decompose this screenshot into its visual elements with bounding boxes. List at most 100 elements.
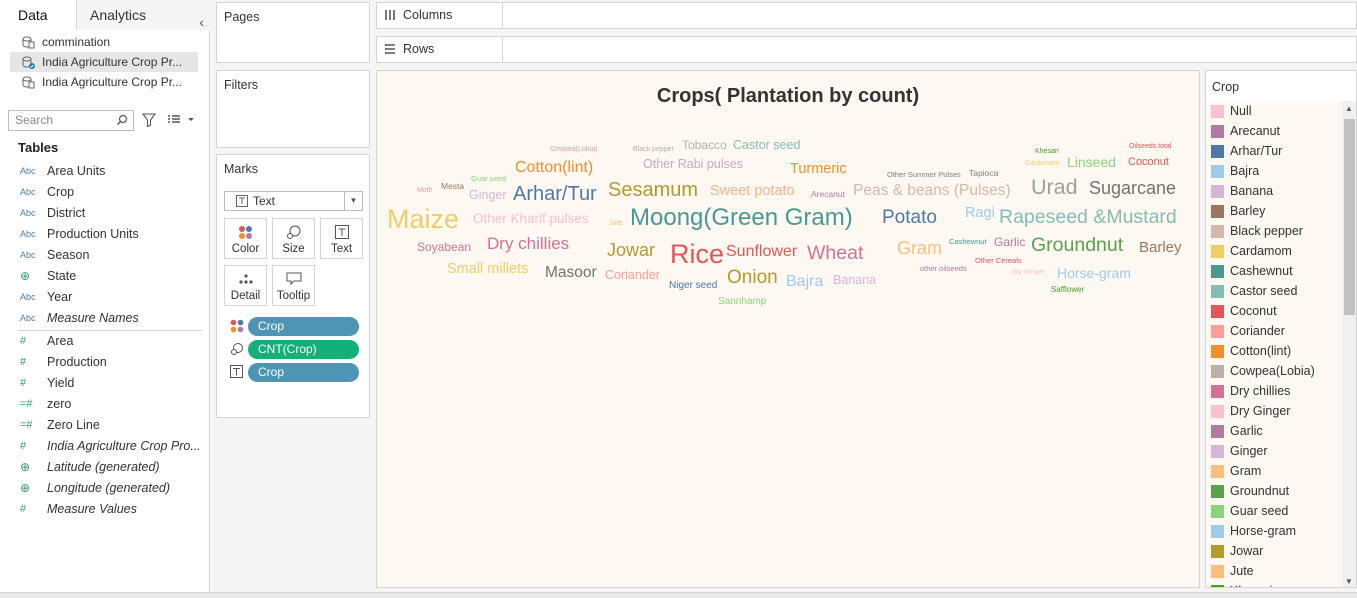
- word-mark[interactable]: Oilseeds total: [1129, 143, 1171, 150]
- word-mark[interactable]: Cardamom: [1025, 160, 1060, 167]
- word-mark[interactable]: Potato: [882, 208, 937, 227]
- word-mark[interactable]: Other Summer Pulses: [887, 171, 961, 179]
- word-mark[interactable]: Coconut: [1128, 157, 1169, 168]
- filters-card[interactable]: Filters: [216, 70, 370, 148]
- field-item[interactable]: =# Zero Line: [0, 415, 210, 436]
- field-item[interactable]: =# zero: [0, 394, 210, 415]
- word-mark[interactable]: Maize: [387, 206, 459, 233]
- field-item[interactable]: # Yield: [0, 373, 210, 394]
- size-button[interactable]: Size: [272, 218, 315, 259]
- word-mark[interactable]: Moong(Green Gram): [630, 206, 853, 230]
- word-mark[interactable]: Bajra: [786, 274, 823, 290]
- word-mark[interactable]: Onion: [727, 268, 778, 287]
- color-button[interactable]: Color: [224, 218, 267, 259]
- word-mark[interactable]: Sunflower: [726, 244, 797, 260]
- word-mark[interactable]: Barley: [1139, 240, 1182, 255]
- word-mark[interactable]: Other Kharif pulses: [473, 212, 589, 226]
- word-mark[interactable]: Cowpea(Lobia): [550, 146, 597, 153]
- word-mark[interactable]: Moth: [417, 187, 433, 194]
- scroll-up-icon[interactable]: ▲: [1345, 104, 1353, 113]
- collapse-pane-icon[interactable]: ‹: [199, 7, 204, 37]
- word-mark[interactable]: Ginger: [469, 189, 507, 202]
- word-mark[interactable]: Sweet potato: [710, 184, 795, 199]
- word-mark[interactable]: Linseed: [1067, 155, 1116, 169]
- field-item[interactable]: Abc Year: [0, 287, 210, 308]
- word-mark[interactable]: Ragi: [965, 206, 995, 221]
- word-mark[interactable]: Mesta: [441, 182, 464, 191]
- word-mark[interactable]: Rice: [670, 241, 724, 268]
- tab-analytics[interactable]: Analytics ‹: [77, 0, 210, 30]
- datasource-item-selected[interactable]: India Agriculture Crop Pr...: [10, 52, 198, 72]
- word-mark[interactable]: Other Cereals: [975, 257, 1022, 265]
- word-mark[interactable]: Guar seed: [471, 175, 506, 183]
- word-cloud-view[interactable]: Crops( Plantation by count) Cowpea(Lobia…: [376, 70, 1200, 588]
- word-mark[interactable]: Cotton(lint): [515, 160, 593, 176]
- mark-type-dropdown[interactable]: Text ▼: [224, 191, 363, 211]
- word-mark[interactable]: Sugarcane: [1089, 179, 1176, 197]
- field-item[interactable]: # Area: [0, 331, 210, 352]
- field-item[interactable]: ⊕ Latitude (generated): [0, 457, 210, 478]
- field-item[interactable]: Abc District: [0, 203, 210, 224]
- word-mark[interactable]: Banana: [833, 274, 876, 287]
- word-mark[interactable]: Turmeric: [790, 162, 847, 177]
- word-mark[interactable]: Niger seed: [669, 281, 717, 291]
- detail-button[interactable]: Detail: [224, 265, 267, 306]
- rows-shelf[interactable]: Rows: [376, 36, 1357, 63]
- word-mark[interactable]: Wheat: [807, 243, 863, 264]
- word-mark[interactable]: Tobacco: [682, 139, 727, 151]
- field-item[interactable]: Abc Production Units: [0, 224, 210, 245]
- word-mark[interactable]: Dry chillies: [487, 235, 569, 252]
- word-mark[interactable]: Sesamum: [608, 180, 698, 200]
- word-mark[interactable]: Masoor: [545, 265, 597, 281]
- field-item[interactable]: # Measure Values: [0, 499, 210, 520]
- word-mark[interactable]: Garlic: [994, 236, 1025, 248]
- word-mark[interactable]: Other Rabi pulses: [643, 158, 743, 171]
- field-item[interactable]: Abc Crop: [0, 182, 210, 203]
- pages-card[interactable]: Pages: [216, 2, 370, 63]
- word-mark[interactable]: Small millets: [447, 262, 528, 277]
- word-mark[interactable]: Cashewnut: [949, 238, 987, 246]
- word-mark[interactable]: Soyabean: [417, 241, 471, 253]
- scroll-thumb[interactable]: [1344, 119, 1355, 315]
- word-mark[interactable]: Arhar/Tur: [513, 184, 597, 204]
- word-mark[interactable]: Peas & beans (Pulses): [853, 183, 1011, 199]
- pill-size-cnt-crop[interactable]: CNT(Crop): [248, 340, 359, 359]
- word-mark[interactable]: Black pepper: [633, 146, 674, 153]
- word-mark[interactable]: Groundnut: [1031, 235, 1123, 256]
- datasource-item[interactable]: India Agriculture Crop Pr...: [10, 72, 198, 92]
- word-mark[interactable]: Horse-gram: [1057, 266, 1131, 280]
- search-input[interactable]: Search: [8, 110, 134, 131]
- word-mark[interactable]: Dry Ginger: [1011, 269, 1045, 276]
- word-mark[interactable]: Sannhamp: [718, 297, 766, 307]
- tab-data[interactable]: Data: [0, 0, 77, 30]
- word-mark[interactable]: Gram: [897, 239, 942, 257]
- word-mark[interactable]: Rapeseed &Mustard: [999, 207, 1177, 228]
- word-mark[interactable]: Khesari: [1035, 148, 1059, 155]
- datasource-item[interactable]: commination: [10, 32, 198, 52]
- word-mark[interactable]: Jowar: [607, 241, 655, 259]
- word-mark[interactable]: Urad: [1031, 176, 1078, 199]
- field-item[interactable]: # Production: [0, 352, 210, 373]
- tooltip-button[interactable]: Tooltip: [272, 265, 315, 306]
- field-item[interactable]: Abc Season: [0, 245, 210, 266]
- pill-color-crop[interactable]: Crop: [248, 317, 359, 336]
- word-mark[interactable]: other oilseeds: [920, 265, 967, 273]
- word-mark[interactable]: Castor seed: [733, 139, 800, 152]
- word-mark[interactable]: Tapioca: [969, 169, 998, 178]
- field-item[interactable]: # India Agriculture Crop Pro...: [0, 436, 210, 457]
- scroll-down-icon[interactable]: ▼: [1345, 577, 1353, 586]
- word-mark[interactable]: Safflower: [1051, 286, 1084, 294]
- field-item[interactable]: ⊕ Longitude (generated): [0, 478, 210, 499]
- filter-icon[interactable]: [142, 113, 156, 127]
- word-mark[interactable]: Coriander: [605, 269, 660, 282]
- text-button[interactable]: Text: [320, 218, 363, 259]
- pill-text-crop[interactable]: Crop: [248, 363, 359, 382]
- field-item[interactable]: Abc Area Units: [0, 161, 210, 182]
- columns-shelf[interactable]: Columns: [376, 2, 1357, 29]
- field-item[interactable]: Abc Measure Names: [0, 308, 210, 329]
- word-mark[interactable]: Jute: [609, 220, 622, 227]
- legend-scrollbar[interactable]: ▲ ▼: [1342, 101, 1356, 587]
- word-mark[interactable]: Arecanut: [811, 190, 845, 199]
- field-item[interactable]: ⊕ State: [0, 266, 210, 287]
- view-options-icon[interactable]: [167, 113, 197, 127]
